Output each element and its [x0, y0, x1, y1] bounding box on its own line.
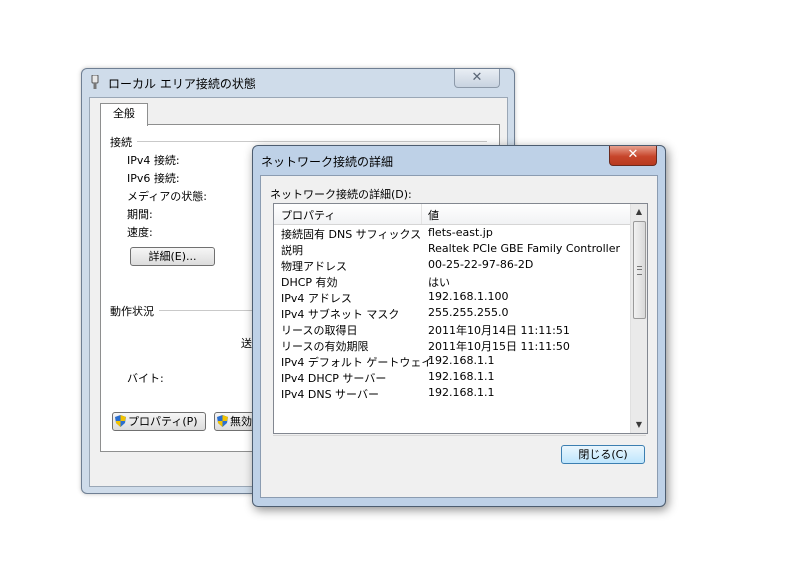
list-item[interactable]: IPv4 DNS サーバー 192.168.1.1	[274, 385, 630, 401]
list-item[interactable]: 接続固有 DNS サフィックス flets-east.jp	[274, 225, 630, 241]
duration-label: 期間:	[127, 208, 153, 221]
grip-icon	[637, 266, 642, 275]
property-cell: 説明	[281, 244, 303, 257]
dialog-separator	[273, 435, 646, 436]
status-window-title: ローカル エリア接続の状態	[108, 77, 256, 91]
ipv6-connectivity-label: IPv6 接続:	[127, 172, 180, 185]
property-cell: IPv4 DNS サーバー	[281, 388, 379, 401]
property-cell: 物理アドレス	[281, 260, 347, 273]
details-rows: 接続固有 DNS サフィックス flets-east.jp 説明 Realtek P…	[274, 225, 630, 401]
property-cell: リースの有効期限	[281, 340, 369, 353]
details-button[interactable]: 詳細(E)...	[130, 247, 215, 266]
scroll-up-arrow-icon[interactable]: ▲	[631, 204, 647, 220]
speed-label: 速度:	[127, 226, 153, 239]
value-cell: Realtek PCIe GBE Family Controller	[428, 242, 621, 255]
value-cell: 192.168.1.1	[428, 386, 495, 399]
value-cell: flets-east.jp	[428, 226, 493, 239]
disable-button-label: 無効	[230, 415, 252, 428]
scroll-down-arrow-icon[interactable]: ▼	[631, 417, 647, 433]
property-cell: IPv4 DHCP サーバー	[281, 372, 387, 385]
value-cell: 2011年10月14日 11:11:51	[428, 324, 570, 337]
property-cell: DHCP 有効	[281, 276, 338, 289]
details-list-header: プロパティ 値	[274, 204, 630, 225]
bytes-label: バイト:	[127, 372, 164, 385]
dialog-close-x-button[interactable]: ✕	[609, 146, 657, 166]
list-item[interactable]: IPv4 サブネット マスク 255.255.255.0	[274, 305, 630, 321]
property-cell: 接続固有 DNS サフィックス	[281, 228, 422, 241]
column-header-value[interactable]: 値	[428, 207, 439, 223]
scroll-thumb[interactable]	[633, 221, 646, 319]
network-details-dialog: ネットワーク接続の詳細 ✕ ネットワーク接続の詳細(D): プロパティ 値 接続…	[252, 145, 666, 507]
value-cell: 2011年10月15日 11:11:50	[428, 340, 570, 353]
value-cell: 192.168.1.100	[428, 290, 509, 303]
dialog-client: ネットワーク接続の詳細(D): プロパティ 値 接続固有 DNS サフィックス f…	[260, 175, 658, 498]
value-cell: 192.168.1.1	[428, 354, 495, 367]
property-cell: リースの取得日	[281, 324, 358, 337]
column-header-property[interactable]: プロパティ	[281, 207, 335, 223]
property-cell: IPv4 デフォルト ゲートウェイ	[281, 356, 433, 369]
status-window-close-button[interactable]: ✕	[454, 69, 500, 88]
list-item[interactable]: リースの有効期限 2011年10月15日 11:11:50	[274, 337, 630, 353]
list-item[interactable]: 説明 Realtek PCIe GBE Family Controller	[274, 241, 630, 257]
properties-button-label: プロパティ(P)	[128, 415, 198, 428]
details-list[interactable]: プロパティ 値 接続固有 DNS サフィックス flets-east.jp 説明 R…	[273, 203, 648, 434]
value-cell: 192.168.1.1	[428, 370, 495, 383]
details-list-scrollbar[interactable]: ▲ ▼	[630, 204, 647, 433]
ipv4-connectivity-label: IPv4 接続:	[127, 154, 180, 167]
list-item[interactable]: 物理アドレス 00-25-22-97-86-2D	[274, 257, 630, 273]
connection-group-label: 接続	[110, 136, 132, 149]
list-item[interactable]: DHCP 有効 はい	[274, 273, 630, 289]
value-cell: 00-25-22-97-86-2D	[428, 258, 534, 271]
value-cell: はい	[428, 276, 450, 289]
list-item[interactable]: IPv4 DHCP サーバー 192.168.1.1	[274, 369, 630, 385]
connection-group-divider	[137, 141, 487, 142]
dialog-title: ネットワーク接続の詳細	[261, 155, 394, 169]
details-list-label: ネットワーク接続の詳細(D):	[270, 188, 412, 201]
properties-button[interactable]: プロパティ(P)	[112, 412, 206, 431]
list-item[interactable]: IPv4 デフォルト ゲートウェイ 192.168.1.1	[274, 353, 630, 369]
sent-label: 送	[241, 337, 252, 350]
list-item[interactable]: リースの取得日 2011年10月14日 11:11:51	[274, 321, 630, 337]
close-button[interactable]: 閉じる(C)	[561, 445, 645, 464]
uac-shield-icon	[115, 415, 126, 427]
property-cell: IPv4 アドレス	[281, 292, 352, 305]
uac-shield-icon	[217, 415, 228, 427]
activity-group-label: 動作状況	[110, 305, 154, 318]
value-cell: 255.255.255.0	[428, 306, 509, 319]
media-state-label: メディアの状態:	[127, 190, 207, 203]
column-divider[interactable]	[421, 204, 422, 224]
list-item[interactable]: IPv4 アドレス 192.168.1.100	[274, 289, 630, 305]
property-cell: IPv4 サブネット マスク	[281, 308, 400, 321]
tab-general[interactable]: 全般	[100, 103, 148, 126]
network-plug-icon	[90, 74, 100, 90]
status-window-titlebar[interactable]: ローカル エリア接続の状態 ✕	[82, 69, 514, 97]
